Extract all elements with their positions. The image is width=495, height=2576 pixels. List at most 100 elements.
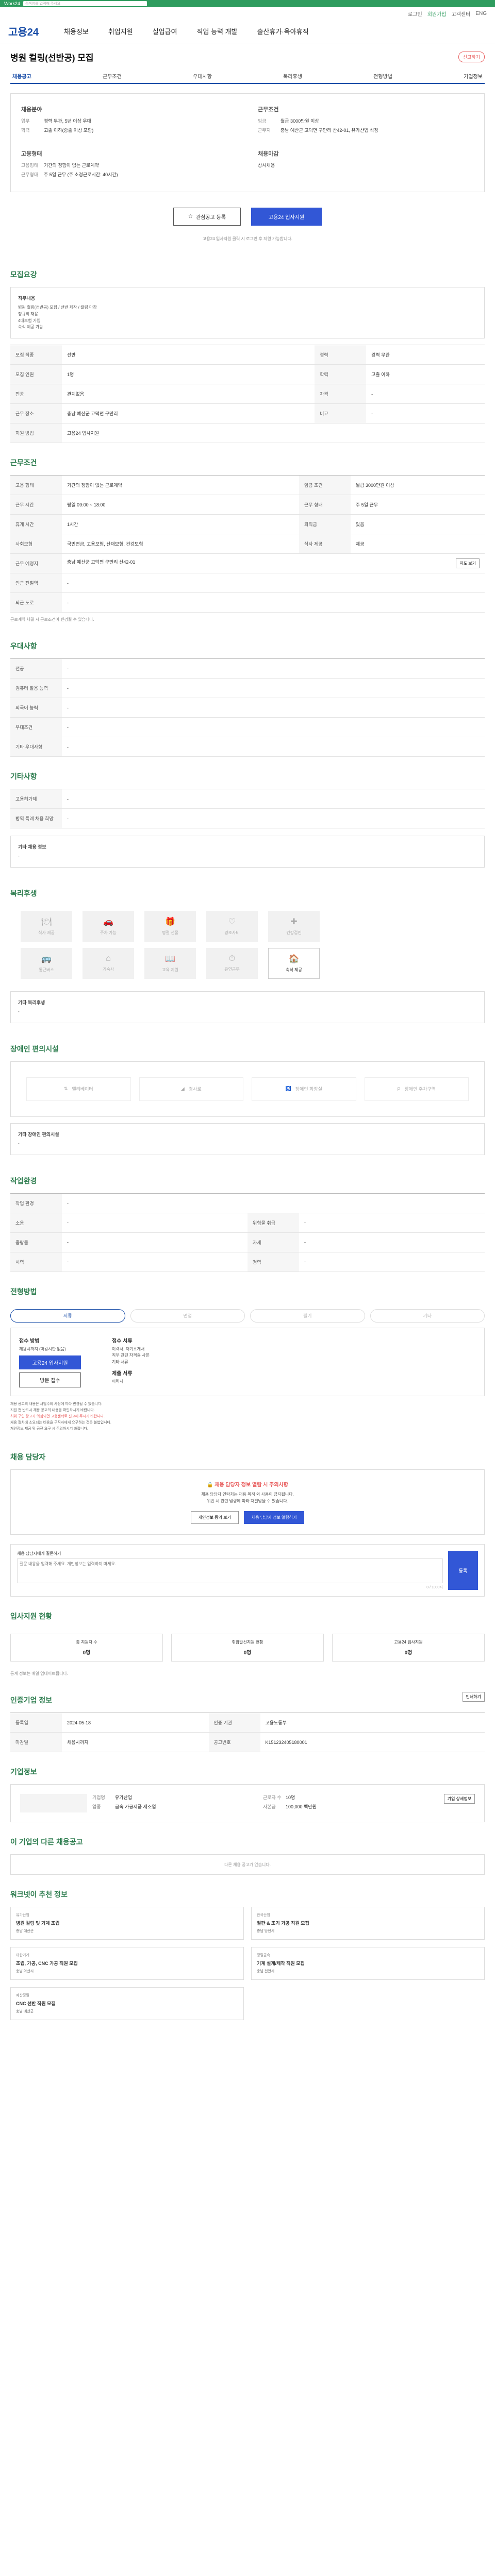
welfare-label: 주차 가능 bbox=[100, 930, 117, 936]
reco-card[interactable]: 유가산업 병원 컬링 및 기계 조립 충남 예산군 bbox=[10, 1907, 244, 1940]
th: 외국어 능력 bbox=[10, 698, 62, 718]
table-row: 퇴근 도로 - bbox=[10, 592, 485, 613]
tab-company[interactable]: 기업정보 bbox=[464, 72, 483, 80]
td: - bbox=[62, 789, 485, 809]
th: 식사 제공 bbox=[299, 534, 351, 554]
tab-welfare[interactable]: 복리후생 bbox=[283, 72, 302, 80]
th: 전공 bbox=[10, 658, 62, 679]
section-title-condition: 근무조건 bbox=[10, 459, 37, 467]
ramp-icon: ◢ bbox=[180, 1086, 185, 1092]
th: 모집 직종 bbox=[10, 345, 62, 365]
th: 우대조건 bbox=[10, 717, 62, 738]
th: 마감일 bbox=[10, 1732, 62, 1753]
welfare-label: 명절 선물 bbox=[162, 930, 178, 936]
job-title: 병원 컬링(선반공) 모집 bbox=[10, 53, 94, 63]
th: 인증 기관 bbox=[208, 1713, 260, 1733]
save-job-button[interactable]: ☆ 관심공고 등록 bbox=[173, 208, 241, 226]
summary-heading: 고용형태 bbox=[21, 151, 42, 157]
nav-leave[interactable]: 출산휴가·육아휴직 bbox=[257, 26, 309, 36]
nav-support[interactable]: 취업지원 bbox=[108, 26, 133, 36]
condition-note: 근로계약 체결 시 근로조건이 변경될 수 있습니다. bbox=[10, 617, 94, 622]
td: 국민연금, 고용보험, 산재보험, 건강보험 bbox=[62, 534, 299, 554]
reco-card[interactable]: 한국산업 철판 & 조기 가공 직원 모집 충남 당진시 bbox=[251, 1907, 485, 1940]
reco-card[interactable]: 예산정밀 CNC 선반 직원 모집 충남 예산군 bbox=[10, 1987, 244, 2021]
brand: Work24 bbox=[4, 1, 20, 6]
section-title-corp: 기업정보 bbox=[10, 1768, 37, 1776]
manager-desc: 위반 시 관련 법령에 따라 처벌받을 수 있습니다. bbox=[207, 1499, 288, 1504]
reco-card[interactable]: 대한기계 조립, 가공, CNC 가공 직원 모집 충남 아산시 bbox=[10, 1947, 244, 1980]
box-title: 기타 복리후생 bbox=[18, 999, 45, 1005]
nav-training[interactable]: 직업 능력 개발 bbox=[197, 26, 238, 36]
facility-item: P 장애인 주차구역 bbox=[364, 1077, 469, 1101]
th: 전공 bbox=[10, 384, 62, 404]
manager-box: 🔒 채용 담당자 정보 열람 시 주의사항 채용 담당자 연락처는 채용 목적 … bbox=[10, 1469, 485, 1535]
address-text: 충남 예산군 고덕면 구만리 산42-01 bbox=[67, 560, 136, 565]
doc-extra-title: 제출 서류 bbox=[112, 1370, 133, 1377]
th: 위험물 취급 bbox=[248, 1213, 299, 1233]
th: 인근 전철역 bbox=[10, 573, 62, 594]
report-button[interactable]: 신고하기 bbox=[458, 52, 485, 62]
site-logo[interactable]: 고용24 bbox=[8, 24, 44, 39]
td: - bbox=[299, 1232, 485, 1252]
kv-key: 업무 bbox=[21, 118, 30, 124]
th: 퇴근 도로 bbox=[10, 592, 62, 613]
stat-label: 취업알선지원 현황 bbox=[232, 1640, 263, 1645]
reco-card[interactable]: 정밀금속 기계 설계/제작 직원 모집 충남 천안시 bbox=[251, 1947, 485, 1980]
corp-logo bbox=[20, 1794, 87, 1813]
th: 휴게 시간 bbox=[10, 514, 62, 535]
privacy-view-button[interactable]: 개인정보 동의 보기 bbox=[190, 1511, 239, 1524]
box-title: 기타 채용 정보 bbox=[18, 844, 46, 850]
util-login[interactable]: 로그인 bbox=[408, 10, 422, 18]
manager-view-button[interactable]: 채용 담당자 정보 열람하기 bbox=[243, 1511, 305, 1524]
tab-selection[interactable]: 전형방법 bbox=[373, 72, 392, 80]
dorm-icon: 🏠 bbox=[289, 955, 299, 964]
util-signup[interactable]: 회원가입 bbox=[427, 10, 447, 18]
td: - bbox=[62, 737, 485, 757]
th: 작업 환경 bbox=[10, 1193, 62, 1213]
kv-key: 근로자 수 bbox=[263, 1795, 282, 1801]
facility-label: 장애인 주차구역 bbox=[404, 1087, 436, 1092]
summary-heading: 근무조건 bbox=[258, 107, 279, 113]
apply-button[interactable]: 고용24 입사지원 bbox=[251, 208, 322, 226]
corp-detail-button[interactable]: 기업 상세정보 bbox=[443, 1794, 475, 1804]
bus-icon: 🚌 bbox=[41, 955, 52, 964]
job-header: 병원 컬링(선반공) 모집 신고하기 bbox=[10, 43, 485, 69]
print-button[interactable]: 인쇄하기 bbox=[462, 1691, 485, 1702]
table-row: 근무 예정지 충남 예산군 고덕면 구만리 산42-01 지도 보기 bbox=[10, 553, 485, 574]
kv-key: 근무지 bbox=[258, 128, 271, 133]
welfare-extra-box: 기타 복리후생 - bbox=[10, 991, 485, 1023]
th: 근무 예정지 bbox=[10, 553, 62, 574]
stat-card: 취업알선지원 현황 0명 bbox=[171, 1634, 324, 1662]
tab-condition[interactable]: 근무조건 bbox=[103, 72, 122, 80]
table-row: 중량물 - 자세 - bbox=[10, 1232, 485, 1252]
step-etc: 기타 bbox=[370, 1309, 485, 1323]
manager-warning: 🔒 채용 담당자 정보 열람 시 주의사항 bbox=[21, 1480, 474, 1488]
td: 채용시까지 bbox=[62, 1732, 209, 1753]
util-help[interactable]: 고객센터 bbox=[452, 10, 471, 18]
other-table: 고용허가제 - 병역 특례 채용 희망 - bbox=[10, 789, 485, 829]
kv-value: 주 5일 근무 (주 소정근로시간: 40시간) bbox=[44, 172, 118, 177]
welfare-label: 경조사비 bbox=[224, 930, 240, 936]
apply-online-button[interactable]: 고용24 입사지원 bbox=[19, 1355, 81, 1370]
map-button[interactable]: 지도 보기 bbox=[456, 558, 480, 569]
reco-company: 예산정밀 bbox=[16, 1994, 29, 1998]
tab-prefer[interactable]: 우대사항 bbox=[193, 72, 212, 80]
qna-textarea[interactable] bbox=[17, 1558, 443, 1584]
th: 사회보험 bbox=[10, 534, 62, 554]
qna-submit-button[interactable]: 등록 bbox=[448, 1551, 478, 1590]
workenv-table: 작업 환경 - 소음 - 위험물 취급 - 중량물 - 자세 - 시력 - 청력 - bbox=[10, 1193, 485, 1272]
top-search-input[interactable]: 검색어를 입력해 주세요 bbox=[23, 1, 147, 6]
tab-recruit[interactable]: 채용공고 bbox=[12, 72, 31, 80]
other-extra-box: 기타 채용 정보 - bbox=[10, 836, 485, 868]
util-lang[interactable]: ENG bbox=[475, 11, 487, 16]
welfare-label: 숙식 제공 bbox=[286, 968, 302, 973]
section-title-ad: 인증기업 정보 bbox=[10, 1696, 53, 1705]
apply-visit-button[interactable]: 방문 접수 bbox=[19, 1372, 81, 1388]
th: 지원 방법 bbox=[10, 423, 62, 444]
ad-header: 인증기업 정보 인쇄하기 bbox=[10, 1681, 485, 1713]
welfare-item: ⌂ 기숙사 bbox=[82, 947, 134, 979]
stat-value: 0명 bbox=[82, 1650, 91, 1656]
nav-jobs[interactable]: 채용정보 bbox=[64, 26, 89, 36]
qna-count: 0 / 1000자 bbox=[426, 1586, 443, 1590]
nav-benefit[interactable]: 실업급여 bbox=[153, 26, 177, 36]
